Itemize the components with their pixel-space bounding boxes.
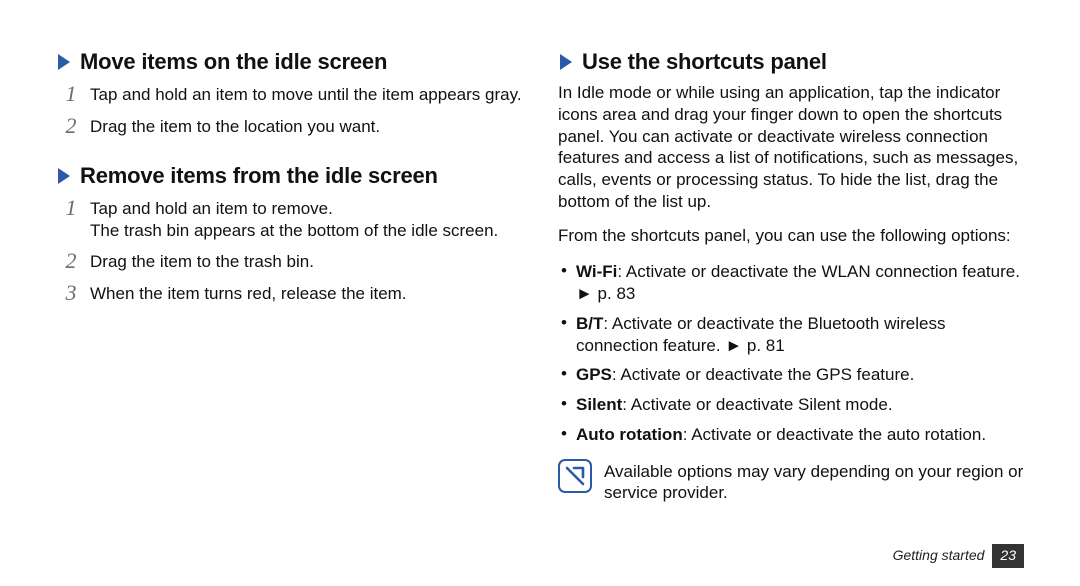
option-name: Wi-Fi (576, 262, 617, 281)
option-name: Auto rotation (576, 425, 683, 444)
option-name: Silent (576, 395, 622, 414)
right-column: Use the shortcuts panel In Idle mode or … (558, 44, 1024, 566)
list-item: B/T: Activate or deactivate the Bluetoot… (558, 310, 1024, 362)
lead-paragraph: From the shortcuts panel, you can use th… (558, 225, 1024, 247)
step-item: Tap and hold an item to remove. The tras… (56, 196, 522, 250)
options-list: Wi-Fi: Activate or deactivate the WLAN c… (558, 258, 1024, 450)
footer-page-number: 23 (992, 544, 1024, 568)
steps-list-move-items: Tap and hold an item to move until the i… (56, 82, 522, 146)
list-item: Auto rotation: Activate or deactivate th… (558, 421, 1024, 451)
note-callout: Available options may vary depending on … (558, 459, 1024, 505)
step-item: When the item turns red, release the ite… (56, 281, 522, 313)
option-name: GPS (576, 365, 612, 384)
option-name: B/T (576, 314, 603, 333)
section-heading-remove-items: Remove items from the idle screen (56, 162, 522, 190)
page: Move items on the idle screen Tap and ho… (0, 0, 1080, 586)
left-column: Move items on the idle screen Tap and ho… (56, 44, 522, 566)
step-item: Drag the item to the trash bin. (56, 249, 522, 281)
option-desc: : Activate or deactivate the GPS feature… (612, 365, 914, 384)
heading-text: Remove items from the idle screen (80, 162, 438, 190)
option-desc: : Activate or deactivate the WLAN connec… (576, 262, 1020, 303)
steps-list-remove-items: Tap and hold an item to remove. The tras… (56, 196, 522, 313)
option-desc: : Activate or deactivate the auto rotati… (683, 425, 986, 444)
step-item: Tap and hold an item to move until the i… (56, 82, 522, 114)
intro-paragraph: In Idle mode or while using an applicati… (558, 82, 1024, 213)
note-icon (558, 459, 592, 493)
section-heading-shortcuts-panel: Use the shortcuts panel (558, 48, 1024, 76)
page-footer: Getting started 23 (893, 544, 1024, 568)
chevron-right-icon (56, 166, 72, 186)
list-item: GPS: Activate or deactivate the GPS feat… (558, 361, 1024, 391)
heading-text: Use the shortcuts panel (582, 48, 827, 76)
heading-text: Move items on the idle screen (80, 48, 387, 76)
list-item: Silent: Activate or deactivate Silent mo… (558, 391, 1024, 421)
note-text: Available options may vary depending on … (604, 459, 1024, 505)
section-heading-move-items: Move items on the idle screen (56, 48, 522, 76)
option-desc: : Activate or deactivate the Bluetooth w… (576, 314, 945, 355)
chevron-right-icon (56, 52, 72, 72)
option-desc: : Activate or deactivate Silent mode. (622, 395, 892, 414)
footer-section-label: Getting started (893, 547, 985, 565)
list-item: Wi-Fi: Activate or deactivate the WLAN c… (558, 258, 1024, 310)
chevron-right-icon (558, 52, 574, 72)
step-item: Drag the item to the location you want. (56, 114, 522, 146)
